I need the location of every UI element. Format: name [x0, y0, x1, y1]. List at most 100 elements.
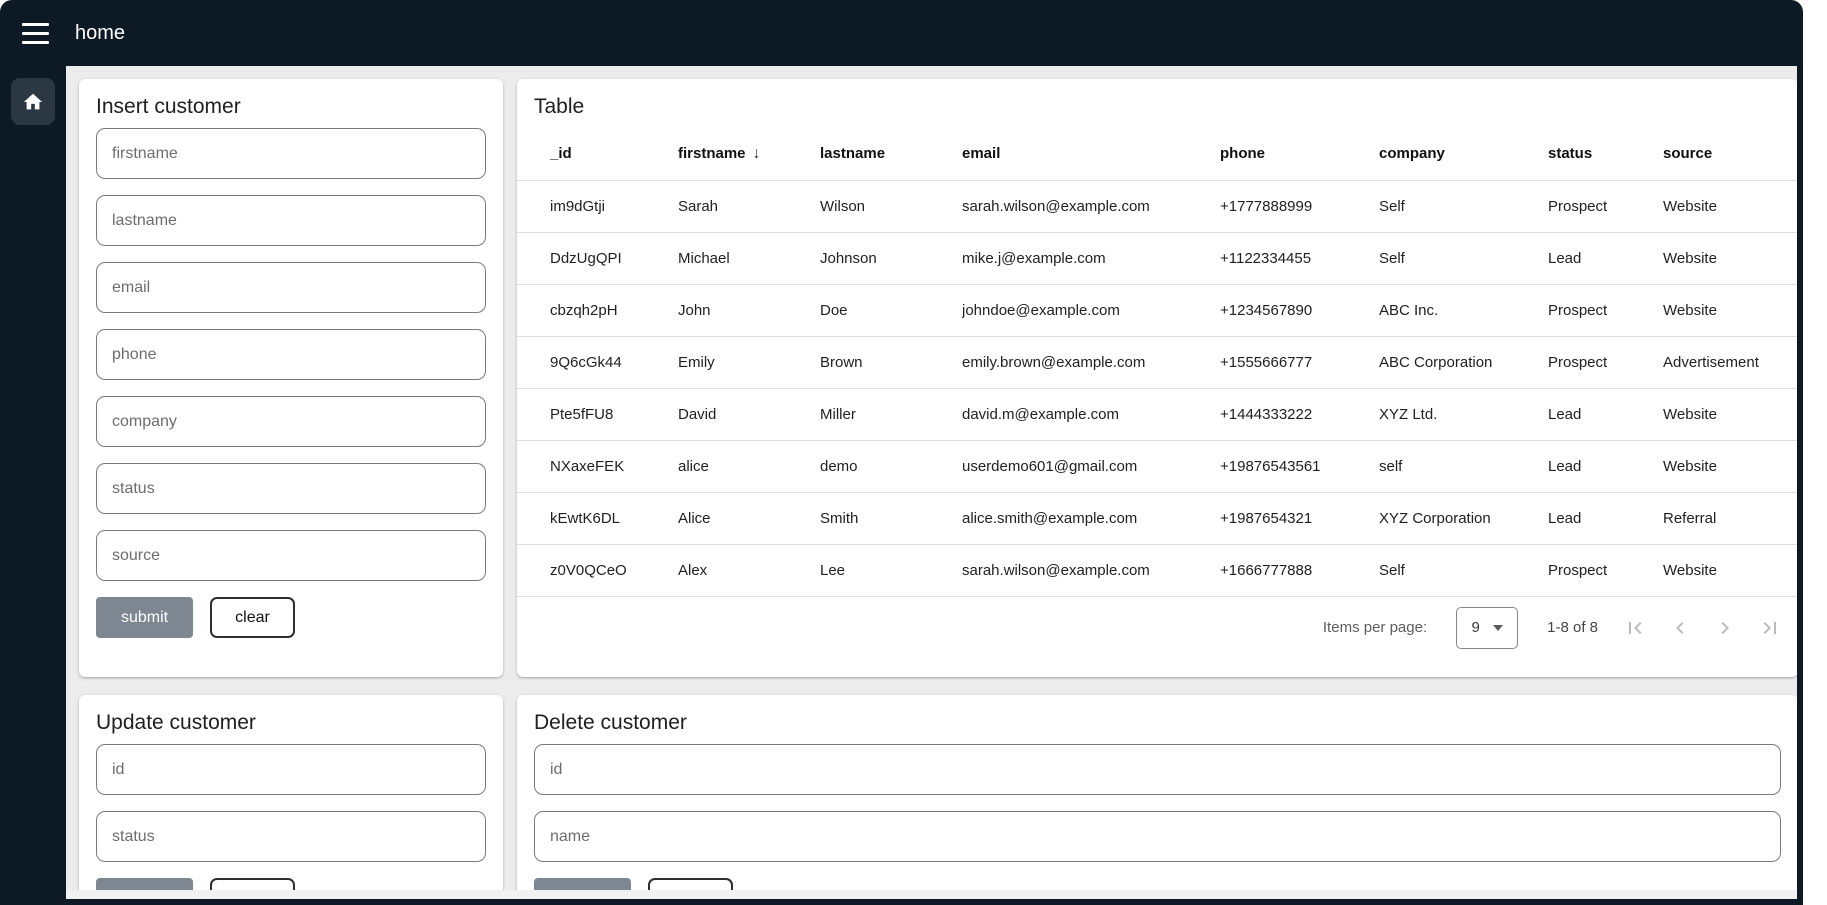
page-range-label: 1-8 of 8 — [1547, 619, 1598, 636]
cell-_id: DdzUgQPI — [517, 232, 678, 284]
insert-customer-card: Insert customer submit clear — [79, 79, 503, 677]
cell-source: Website — [1663, 284, 1797, 336]
cell-email: mike.j@example.com — [962, 232, 1220, 284]
update-customer-title: Update customer — [96, 711, 486, 735]
column-header-phone[interactable]: phone — [1220, 128, 1379, 180]
cell-status: Lead — [1548, 232, 1663, 284]
hamburger-menu-icon[interactable] — [22, 23, 49, 44]
table-header-row: _id firstname↓ lastname email phone comp… — [517, 128, 1797, 180]
cell-lastname: Lee — [820, 544, 962, 596]
first-page-icon[interactable] — [1623, 616, 1647, 640]
page-title: home — [75, 22, 125, 45]
app-window: home Insert customer submit clear T — [0, 0, 1803, 905]
next-page-icon[interactable] — [1713, 616, 1737, 640]
items-per-page-select[interactable]: 9 — [1456, 607, 1518, 649]
cell-email: sarah.wilson@example.com — [962, 544, 1220, 596]
column-header-id[interactable]: _id — [517, 128, 678, 180]
paginator: Items per page: 9 1-8 of 8 — [517, 597, 1797, 659]
insert-buttons: submit clear — [96, 597, 486, 638]
table-card: Table _id firstname↓ lastname email phon… — [517, 79, 1797, 677]
cell-firstname: David — [678, 388, 820, 440]
update-id-input[interactable] — [96, 744, 486, 795]
cell-status: Lead — [1548, 440, 1663, 492]
update-status-input[interactable] — [96, 811, 486, 862]
column-header-lastname[interactable]: lastname — [820, 128, 962, 180]
cell-status: Prospect — [1548, 544, 1663, 596]
cell-phone: +1555666777 — [1220, 336, 1379, 388]
cell-source: Website — [1663, 180, 1797, 232]
table-row: DdzUgQPIMichaelJohnsonmike.j@example.com… — [517, 232, 1797, 284]
cell-phone: +19876543561 — [1220, 440, 1379, 492]
cell-company: self — [1379, 440, 1548, 492]
update-clear-button[interactable]: clear — [210, 878, 295, 890]
cell-lastname: Smith — [820, 492, 962, 544]
delete-customer-card: Delete customer submit clear — [517, 695, 1797, 890]
cell-phone: +1666777888 — [1220, 544, 1379, 596]
sidebar-item-home[interactable] — [11, 78, 55, 125]
cell-status: Lead — [1548, 492, 1663, 544]
cell-firstname: Alice — [678, 492, 820, 544]
insert-submit-button[interactable]: submit — [96, 597, 193, 638]
table-row: kEwtK6DLAliceSmithalice.smith@example.co… — [517, 492, 1797, 544]
cell-source: Website — [1663, 232, 1797, 284]
delete-id-input[interactable] — [534, 744, 1781, 795]
main-content: Insert customer submit clear Table — [66, 66, 1797, 890]
cell-source: Referral — [1663, 492, 1797, 544]
cell-email: alice.smith@example.com — [962, 492, 1220, 544]
column-header-source[interactable]: source — [1663, 128, 1797, 180]
cell-company: XYZ Corporation — [1379, 492, 1548, 544]
column-header-status[interactable]: status — [1548, 128, 1663, 180]
cell-_id: Pte5fFU8 — [517, 388, 678, 440]
cell-company: Self — [1379, 544, 1548, 596]
cell-firstname: Michael — [678, 232, 820, 284]
update-buttons: submit clear — [96, 878, 486, 890]
column-header-firstname[interactable]: firstname↓ — [678, 128, 820, 180]
status-input[interactable] — [96, 463, 486, 514]
delete-clear-button[interactable]: clear — [648, 878, 733, 890]
table-row: 9Q6cGk44EmilyBrownemily.brown@example.co… — [517, 336, 1797, 388]
firstname-input[interactable] — [96, 128, 486, 179]
update-submit-button[interactable]: submit — [96, 878, 193, 890]
cell-status: Lead — [1548, 388, 1663, 440]
cell-email: sarah.wilson@example.com — [962, 180, 1220, 232]
lastname-input[interactable] — [96, 195, 486, 246]
column-header-company[interactable]: company — [1379, 128, 1548, 180]
cell-firstname: Emily — [678, 336, 820, 388]
company-input[interactable] — [96, 396, 486, 447]
cell-lastname: Johnson — [820, 232, 962, 284]
table-body: im9dGtjiSarahWilsonsarah.wilson@example.… — [517, 180, 1797, 596]
last-page-icon[interactable] — [1758, 616, 1782, 640]
cell-status: Prospect — [1548, 180, 1663, 232]
cell-firstname: alice — [678, 440, 820, 492]
horizontal-scrollbar[interactable] — [66, 890, 1797, 899]
previous-page-icon[interactable] — [1668, 616, 1692, 640]
cell-source: Website — [1663, 388, 1797, 440]
delete-customer-title: Delete customer — [534, 711, 1781, 735]
cell-_id: im9dGtji — [517, 180, 678, 232]
cell-lastname: demo — [820, 440, 962, 492]
sort-arrow-icon: ↓ — [753, 145, 761, 162]
table-row: z0V0QCeOAlexLeesarah.wilson@example.com+… — [517, 544, 1797, 596]
cell-firstname: John — [678, 284, 820, 336]
cell-firstname: Alex — [678, 544, 820, 596]
insert-clear-button[interactable]: clear — [210, 597, 295, 638]
column-header-email[interactable]: email — [962, 128, 1220, 180]
email-input[interactable] — [96, 262, 486, 313]
source-input[interactable] — [96, 530, 486, 581]
table-row: im9dGtjiSarahWilsonsarah.wilson@example.… — [517, 180, 1797, 232]
cell-_id: NXaxeFEK — [517, 440, 678, 492]
cell-source: Website — [1663, 440, 1797, 492]
cell-firstname: Sarah — [678, 180, 820, 232]
chevron-down-icon — [1493, 625, 1503, 631]
delete-submit-button[interactable]: submit — [534, 878, 631, 890]
cell-email: david.m@example.com — [962, 388, 1220, 440]
cell-company: Self — [1379, 232, 1548, 284]
phone-input[interactable] — [96, 329, 486, 380]
delete-name-input[interactable] — [534, 811, 1781, 862]
cell-_id: kEwtK6DL — [517, 492, 678, 544]
delete-buttons: submit clear — [534, 878, 1781, 890]
table-row: NXaxeFEKalicedemouserdemo601@gmail.com+1… — [517, 440, 1797, 492]
cell-source: Website — [1663, 544, 1797, 596]
cell-_id: cbzqh2pH — [517, 284, 678, 336]
cell-lastname: Brown — [820, 336, 962, 388]
